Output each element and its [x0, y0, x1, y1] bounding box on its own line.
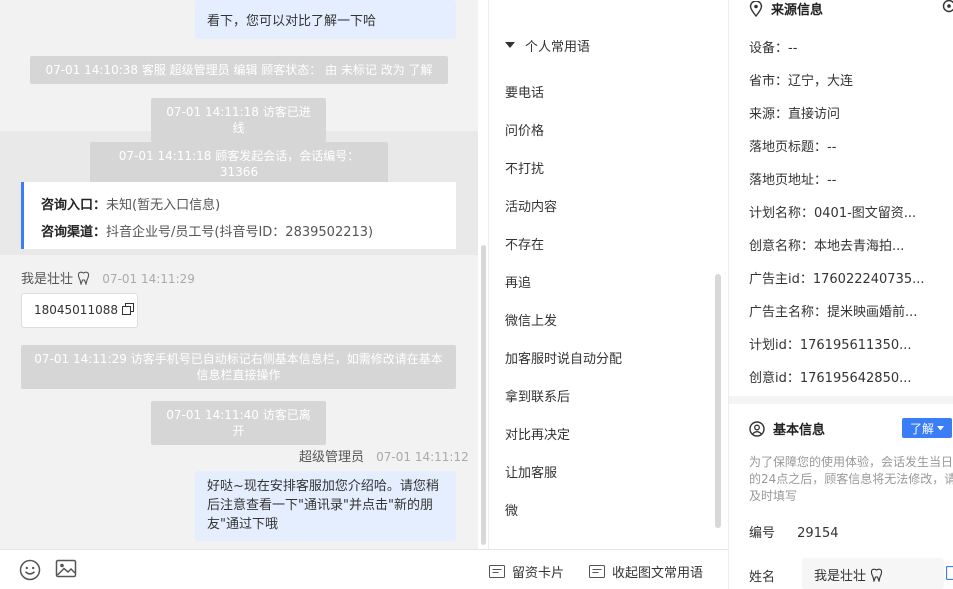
copy-icon[interactable] [946, 566, 953, 580]
image-icon[interactable] [55, 558, 77, 580]
consult-info-card: 咨询入口：未知(暂无入口信息) 咨询渠道：抖音企业号/员工号(抖音号ID：283… [21, 182, 456, 249]
collapse-phrases-label: 收起图文常用语 [612, 566, 704, 581]
consult-entry-value: 未知(暂无入口信息) [106, 198, 221, 213]
phrase-item[interactable]: 再追 [505, 272, 531, 291]
visitor-name: 我是壮壮 [21, 272, 74, 287]
name-field[interactable]: 我是壮壮 [802, 558, 944, 589]
phrase-item[interactable]: 不打扰 [505, 158, 544, 177]
agent-sender-line: 超级管理员 07-01 14:11:12 [299, 446, 469, 465]
id-value: 29154 [797, 526, 839, 541]
system-message-status: 07-01 14:10:38 客服 超级管理员 编辑 顾客状态： 由 未标记 改… [30, 56, 448, 84]
agent-message-bubble: 好哒~现在安排客服加您介绍哈。请您稍后注意查看一下"通讯录"并点击"新的朋友"通… [195, 471, 456, 541]
message-icon [589, 564, 605, 578]
phrase-item[interactable]: 加客服时说自动分配 [505, 348, 622, 367]
phrases-scrollbar[interactable] [715, 274, 721, 528]
source-field-creative-id: 创意id：176195642850... [749, 371, 912, 386]
copy-icon[interactable] [121, 303, 134, 315]
source-field-creative-name: 创意名称：本地去青海拍... [749, 239, 905, 254]
caret-down-icon [505, 41, 515, 48]
visitor-time: 07-01 14:11:29 [102, 272, 195, 286]
name-label: 姓名 [749, 570, 776, 585]
phrase-item[interactable]: 要电话 [505, 82, 544, 101]
source-info-title: 来源信息 [771, 3, 824, 18]
tooth-icon [77, 271, 90, 286]
agent-time: 07-01 14:11:12 [376, 450, 469, 464]
caret-down-icon [937, 425, 944, 430]
phrase-item[interactable]: 微信上发 [505, 310, 557, 329]
chat-toolbar: 留资卡片 收起图文常用语 [0, 549, 728, 589]
source-field-plan-id: 计划id：176195611350... [749, 338, 912, 353]
phrase-group-header[interactable]: 个人常用语 [505, 36, 591, 55]
location-pin-icon [749, 0, 763, 17]
chat-panel: 看下，您可以对比了解一下哈 07-01 14:10:38 客服 超级管理员 编辑… [0, 0, 478, 549]
phrase-item[interactable]: 对比再决定 [505, 424, 570, 443]
phone-message[interactable]: 18045011088 [21, 293, 138, 328]
section-divider [729, 396, 953, 404]
basic-info-header: 基本信息 [749, 419, 825, 438]
source-field-advertiser-name: 广告主名称：提米映画婚前... [749, 305, 918, 320]
edit-deadline-notice: 为了保障您的使用体验，会话发生当日的24点之后，顾客信息将无法修改，请及时填写 [749, 455, 953, 503]
phrase-item[interactable]: 让加客服 [505, 462, 557, 481]
source-field-device: 设备：-- [749, 41, 798, 56]
phrase-item[interactable]: 微 [505, 500, 518, 519]
id-row: 编号 29154 [749, 522, 839, 541]
user-circle-icon [749, 420, 765, 437]
consult-channel-value: 抖音企业号/员工号(抖音号ID：2839502213) [106, 225, 374, 240]
lead-card-button[interactable]: 留资卡片 [489, 562, 564, 581]
consult-channel-row: 咨询渠道：抖音企业号/员工号(抖音号ID：2839502213) [41, 219, 456, 246]
customer-info-panel: 来源信息 设备：-- 省市：辽宁，大连 来源：直接访问 落地页标题：-- 落地页… [728, 0, 953, 589]
consult-entry-row: 咨询入口：未知(暂无入口信息) [41, 192, 456, 219]
tooth-icon [870, 568, 883, 583]
source-info-header: 来源信息 [749, 0, 823, 18]
system-message-leave: 07-01 14:11:40 访客已离开 [151, 401, 326, 445]
system-message-enter: 07-01 14:11:18 访客已进线 [151, 98, 326, 142]
name-value: 我是壮壮 [814, 569, 867, 584]
consult-channel-label: 咨询渠道： [41, 225, 107, 240]
customer-status-select[interactable]: 了解 [902, 418, 952, 438]
chat-scrollbar[interactable] [481, 245, 486, 545]
card-icon [489, 564, 505, 578]
lead-card-label: 留资卡片 [512, 566, 565, 581]
visitor-sender-line: 我是壮壮 07-01 14:11:29 [21, 268, 195, 287]
source-field-origin: 来源：直接访问 [749, 107, 841, 122]
phrase-item[interactable]: 拿到联系后 [505, 386, 570, 405]
agent-name: 超级管理员 [299, 450, 365, 465]
customer-status-value: 了解 [909, 421, 934, 436]
phrase-group-title: 个人常用语 [525, 40, 591, 55]
settings-icon[interactable] [942, 0, 953, 13]
agent-bubble-previous: 看下，您可以对比了解一下哈 [195, 0, 456, 39]
system-message-session: 07-01 14:11:18 顾客发起会话，会话编号：31366 [90, 142, 388, 186]
phrase-item[interactable]: 问价格 [505, 120, 544, 139]
source-field-region: 省市：辽宁，大连 [749, 74, 854, 89]
consult-entry-label: 咨询入口： [41, 198, 107, 213]
system-message-phone-marked: 07-01 14:11:29 访客手机号已自动标记右侧基本信息栏，如需修改请在基… [21, 345, 456, 389]
source-field-landing-title: 落地页标题：-- [749, 140, 837, 155]
phone-number: 18045011088 [34, 303, 118, 317]
source-field-plan-name: 计划名称：0401-图文留资... [749, 206, 917, 221]
quick-phrases-panel: 个人常用语 要电话 问价格 不打扰 活动内容 不存在 再追 微信上发 加客服时说… [488, 0, 728, 549]
phrase-item[interactable]: 不存在 [505, 234, 544, 253]
basic-info-title: 基本信息 [773, 423, 826, 438]
source-field-landing-url: 落地页地址：-- [749, 173, 837, 188]
phrase-item[interactable]: 活动内容 [505, 196, 557, 215]
collapse-phrases-button[interactable]: 收起图文常用语 [589, 562, 703, 581]
source-field-advertiser-id: 广告主id：176022240735... [749, 272, 925, 287]
id-label: 编号 [749, 526, 776, 541]
smile-icon[interactable] [19, 559, 41, 581]
